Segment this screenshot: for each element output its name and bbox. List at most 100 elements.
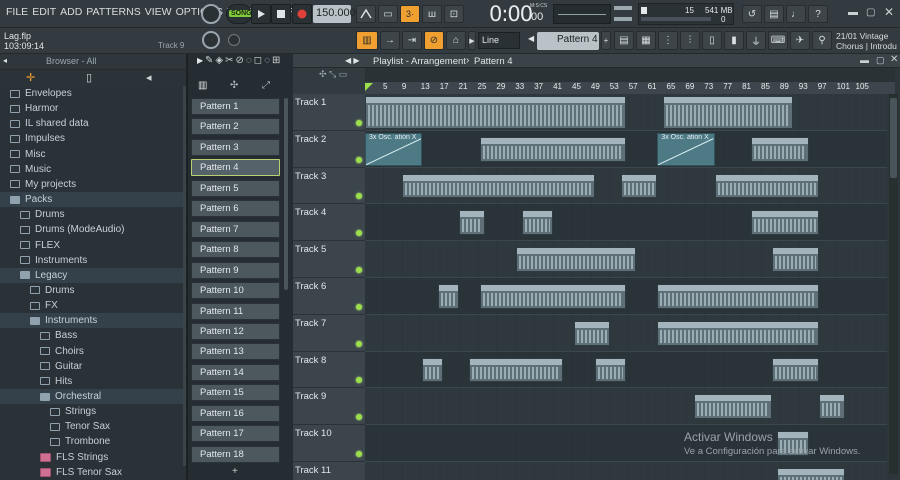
playlist-close[interactable]: ✕ bbox=[890, 54, 898, 65]
mixer-button[interactable]: ⫶ bbox=[680, 31, 700, 50]
pattern-add-button[interactable]: + bbox=[601, 31, 611, 50]
track-lane[interactable] bbox=[365, 204, 887, 242]
pattern-item[interactable]: Pattern 8 bbox=[191, 241, 280, 259]
picker-scrollbar[interactable] bbox=[284, 98, 288, 290]
pattern-clip[interactable] bbox=[479, 136, 626, 162]
pattern-clip[interactable] bbox=[777, 468, 846, 480]
pattern-clip[interactable] bbox=[620, 173, 658, 199]
pattern-clip[interactable] bbox=[479, 284, 626, 309]
menu-view[interactable]: VIEW bbox=[143, 6, 174, 22]
track-header[interactable]: Track 1 bbox=[293, 94, 365, 131]
browser-item[interactable]: IL shared data bbox=[0, 116, 186, 131]
playlist-window-button[interactable]: ▤ bbox=[614, 31, 634, 50]
track-header[interactable]: Track 10 bbox=[293, 425, 365, 462]
tempo-display[interactable]: 150.000 bbox=[313, 5, 356, 23]
pattern-clip[interactable] bbox=[693, 394, 773, 420]
browser-item[interactable]: Drums bbox=[0, 207, 186, 222]
record-button[interactable] bbox=[292, 4, 312, 24]
pattern-item[interactable]: Pattern 14 bbox=[191, 363, 280, 381]
browser-button[interactable]: ▮ bbox=[724, 31, 744, 50]
pattern-clip[interactable] bbox=[469, 357, 564, 383]
browser-item[interactable]: FX bbox=[0, 298, 186, 313]
track-mute-led-icon[interactable] bbox=[356, 340, 362, 347]
close-window-button[interactable]: ✕ bbox=[884, 5, 896, 19]
track-header[interactable]: Track 6 bbox=[293, 278, 365, 315]
track-mute-led-icon[interactable] bbox=[356, 193, 362, 200]
pattern-clip[interactable] bbox=[365, 96, 626, 129]
wait-input-button[interactable]: ▭ bbox=[378, 5, 398, 23]
browser-item[interactable]: Instruments bbox=[0, 253, 186, 268]
browser-item[interactable]: Harmor bbox=[0, 101, 186, 116]
browser-item[interactable]: Legacy bbox=[0, 267, 186, 283]
pattern-item[interactable]: Pattern 1 bbox=[191, 98, 280, 115]
track-header[interactable]: Track 4 bbox=[293, 204, 365, 242]
browser-item[interactable]: FLS Strings bbox=[0, 450, 186, 465]
pattern-clip[interactable] bbox=[521, 210, 553, 236]
play-button[interactable] bbox=[251, 4, 271, 24]
metronome-button[interactable] bbox=[356, 5, 376, 23]
track-mute-led-icon[interactable] bbox=[356, 450, 362, 457]
browser-item[interactable]: Packs bbox=[0, 192, 186, 208]
browser-item[interactable]: FLEX bbox=[0, 238, 186, 253]
playlist-maximize[interactable]: ▢ bbox=[876, 55, 885, 66]
tools-button[interactable]: ✈ bbox=[790, 31, 810, 50]
track-lane[interactable] bbox=[365, 388, 887, 426]
browser-item[interactable]: Orchestral bbox=[0, 389, 186, 404]
playlist-scrollbar[interactable] bbox=[889, 94, 898, 474]
browser-item[interactable]: Drums (ModeAudio) bbox=[0, 222, 186, 237]
picker-audio-icon[interactable]: ⤢ bbox=[262, 80, 270, 91]
pattern-clip[interactable] bbox=[516, 247, 637, 272]
pattern-clip[interactable] bbox=[458, 210, 486, 236]
pattern-item[interactable]: Pattern 13 bbox=[191, 343, 280, 361]
stop-button[interactable] bbox=[271, 4, 291, 24]
main-volume-knob[interactable] bbox=[202, 31, 220, 49]
pattern-clip[interactable] bbox=[714, 173, 820, 199]
zoom-icon[interactable]: ✣ ⤡ ▭ bbox=[319, 69, 347, 80]
track-lane[interactable] bbox=[365, 241, 887, 278]
track-header[interactable]: Track 3 bbox=[293, 167, 365, 205]
overview-strip[interactable] bbox=[365, 68, 895, 82]
touch-keyboard-button[interactable]: ⌨ bbox=[768, 31, 788, 50]
play-from-button[interactable]: ▶ bbox=[468, 31, 476, 50]
pattern-clip[interactable] bbox=[751, 210, 820, 236]
pattern-item[interactable]: Pattern 4 bbox=[191, 159, 280, 177]
time-display[interactable]: 0:00 M:S:CS 00 bbox=[488, 2, 550, 26]
timeline-ruler[interactable]: 5 9 13 17 21 25 29 33 37 41 45 49 53 57 61 65 69 73 77 81 85… bbox=[365, 82, 895, 94]
plugin-picker-button[interactable]: ⏚ bbox=[746, 31, 766, 50]
plugin-database-button[interactable]: ▯ bbox=[702, 31, 722, 50]
channel-rack-button[interactable]: ⋮ bbox=[658, 31, 678, 50]
track-header[interactable]: Track 7 bbox=[293, 314, 365, 352]
pattern-clip[interactable] bbox=[573, 320, 611, 346]
browser-item[interactable]: My projects bbox=[0, 177, 186, 192]
pattern-item[interactable]: Pattern 10 bbox=[191, 282, 280, 300]
browser-scrollbar[interactable] bbox=[183, 86, 186, 466]
save-button[interactable]: ▤ bbox=[764, 5, 784, 23]
pattern-item[interactable]: Pattern 18 bbox=[191, 445, 280, 463]
picker-automation-icon[interactable]: ✣ bbox=[230, 80, 238, 91]
loop-record-button[interactable]: ⊡ bbox=[444, 5, 464, 23]
pattern-item[interactable]: Pattern 7 bbox=[191, 220, 280, 238]
browser-item[interactable]: Impulses bbox=[0, 131, 186, 146]
browser-item[interactable]: Hits bbox=[0, 374, 186, 389]
pattern-clip[interactable] bbox=[594, 357, 626, 383]
main-pitch-knob[interactable] bbox=[228, 34, 240, 46]
track-mute-led-icon[interactable] bbox=[356, 377, 362, 384]
minimize-button[interactable]: ▬ bbox=[848, 7, 862, 19]
pattern-selector[interactable]: Pattern 4 bbox=[537, 32, 599, 50]
track-header[interactable]: Track 8 bbox=[293, 351, 365, 389]
automation-clip[interactable]: 3x Osc. ation X bbox=[365, 132, 423, 166]
browser-item[interactable]: Envelopes bbox=[0, 86, 186, 101]
track-mute-led-icon[interactable] bbox=[356, 119, 362, 126]
pattern-item[interactable]: Pattern 12 bbox=[191, 322, 280, 340]
master-pitch-slider[interactable] bbox=[614, 17, 632, 21]
step-edit-button[interactable]: ш bbox=[422, 5, 442, 23]
microphone-button[interactable]: ♩ bbox=[786, 5, 806, 23]
countdown-button[interactable]: 3· bbox=[400, 5, 420, 23]
browser-item[interactable]: Tenor Sax bbox=[0, 419, 186, 434]
pattern-clip[interactable] bbox=[401, 173, 595, 199]
track-header[interactable]: Track 2 bbox=[293, 130, 365, 168]
pattern-item[interactable]: Pattern 3 bbox=[191, 138, 280, 156]
pattern-item[interactable]: Pattern 6 bbox=[191, 200, 280, 218]
pattern-item[interactable]: Pattern 5 bbox=[191, 179, 280, 197]
pattern-clip[interactable] bbox=[662, 96, 794, 129]
